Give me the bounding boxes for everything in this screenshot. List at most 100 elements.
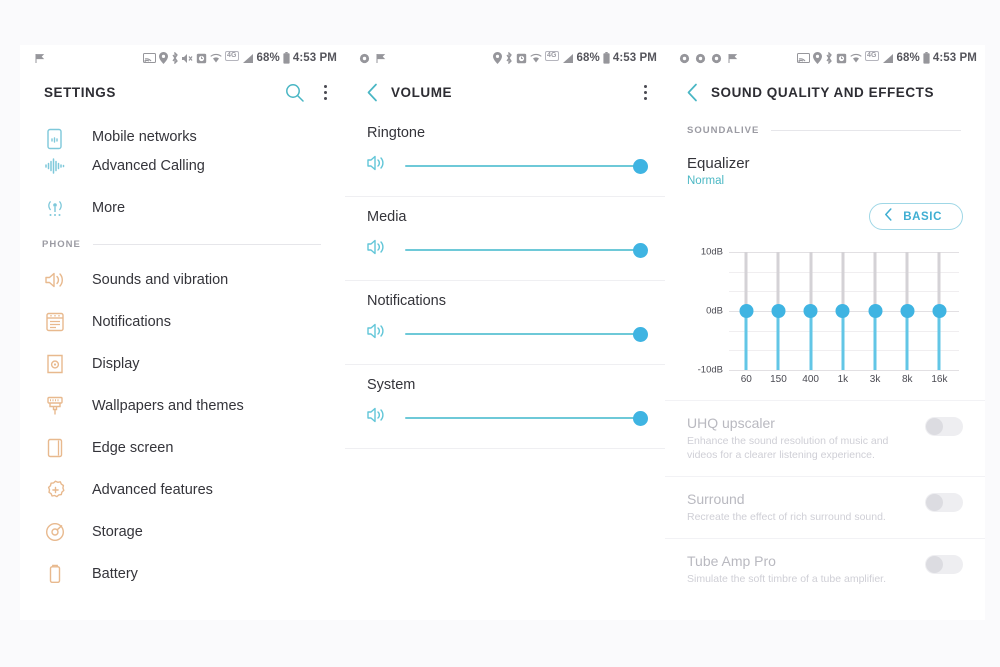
flag-icon [727, 53, 738, 64]
preset-basic-label: BASIC [903, 210, 942, 223]
band-thumb[interactable] [835, 304, 850, 318]
volume-row-controls [367, 153, 649, 190]
y-tick-label: -10dB [697, 364, 723, 376]
sidebar-item-storage[interactable]: Storage [20, 511, 345, 553]
x-tick-label: 16k [931, 374, 948, 385]
toggle-title: Surround [687, 491, 745, 507]
back-chevron-icon[interactable] [679, 79, 705, 105]
eq-band-150[interactable] [771, 252, 786, 370]
volume-row-label: Notifications [367, 293, 446, 309]
wifi-icon [530, 53, 542, 64]
slider-track [405, 416, 643, 419]
toggle-switch-surround[interactable] [925, 493, 963, 512]
toggle-row-surround[interactable]: Surround Recreate the effect of rich sur… [665, 476, 985, 538]
gear-icon [711, 53, 722, 64]
gridline [729, 370, 959, 371]
section-label: SOUNDALIVE [687, 124, 760, 136]
battery-icon [283, 52, 290, 64]
volume-icon [367, 405, 389, 430]
band-thumb[interactable] [803, 304, 818, 318]
toggle-title: Tube Amp Pro [687, 553, 776, 569]
sidebar-item-notifications[interactable]: Notifications [20, 301, 345, 343]
sidebar-item-label: Sounds and vibration [92, 272, 229, 288]
x-tick-label: 150 [770, 374, 787, 385]
band-track-below [905, 311, 909, 370]
toggle-row-tube-amp-pro[interactable]: Tube Amp Pro Simulate the soft timbre of… [665, 538, 985, 600]
sidebar-item-label: Notifications [92, 314, 171, 330]
clock-label: 4:53 PM [292, 52, 337, 64]
eq-band-60[interactable] [739, 252, 754, 370]
display-icon [44, 353, 78, 375]
signal-icon [882, 53, 894, 64]
settings-panel: 4G 68% 4:53 PM SETTINGS Mobile networks [20, 45, 345, 620]
x-tick-label: 400 [802, 374, 819, 385]
screen-cast-icon [796, 52, 810, 64]
volume-slider-ringtone[interactable] [405, 157, 649, 175]
slider-thumb[interactable] [633, 326, 649, 342]
band-track-above [905, 252, 909, 311]
band-thumb[interactable] [739, 304, 754, 318]
more-connections-icon [44, 197, 78, 219]
toggle-switch-uhq-upscaler[interactable] [925, 417, 963, 436]
page-title: VOLUME [391, 84, 453, 100]
band-track-above [841, 252, 845, 311]
band-thumb[interactable] [932, 304, 947, 318]
status-bar-left-icons [679, 53, 738, 64]
volume-slider-system[interactable] [405, 409, 649, 427]
toggle-row-uhq-upscaler[interactable]: UHQ upscaler Enhance the sound resolutio… [665, 400, 985, 476]
band-thumb[interactable] [868, 304, 883, 318]
search-icon[interactable] [285, 83, 304, 102]
band-thumb[interactable] [900, 304, 915, 318]
sidebar-item-more[interactable]: More [20, 187, 345, 229]
wifi-icon [210, 53, 222, 64]
volume-slider-notifications[interactable] [405, 325, 649, 343]
sidebar-item-sounds-and-vibration[interactable]: Sounds and vibration [20, 259, 345, 301]
eq-band-400[interactable] [803, 252, 818, 370]
preset-basic-button[interactable]: BASIC [869, 203, 963, 230]
sidebar-item-mobile-networks[interactable]: Mobile networks [20, 115, 345, 150]
slider-thumb[interactable] [633, 158, 649, 174]
location-icon [492, 52, 502, 64]
toggle-knob [926, 418, 943, 435]
back-chevron-icon[interactable] [884, 207, 893, 226]
overflow-menu-icon[interactable] [318, 81, 333, 104]
back-chevron-icon[interactable] [359, 79, 385, 105]
eq-band-8k[interactable] [900, 252, 915, 370]
eq-band-3k[interactable] [868, 252, 883, 370]
sidebar-item-label: Edge screen [92, 440, 174, 456]
band-track-below [937, 311, 941, 370]
equalizer-plot-area [729, 252, 959, 371]
overflow-menu-icon[interactable] [638, 81, 653, 104]
toggle-switch-tube-amp-pro[interactable] [925, 555, 963, 574]
eq-band-16k[interactable] [932, 252, 947, 370]
clock-label: 4:53 PM [612, 52, 657, 64]
4g-icon: 4G [544, 51, 559, 61]
band-track-above [809, 252, 813, 311]
sidebar-item-advanced-calling[interactable]: Advanced Calling [20, 145, 345, 187]
volume-slider-media[interactable] [405, 241, 649, 259]
x-tick-label: 8k [901, 374, 913, 385]
equalizer-title: Equalizer [687, 155, 750, 172]
band-thumb[interactable] [771, 304, 786, 318]
toggle-description: Simulate the soft timbre of a tube ampli… [687, 573, 887, 585]
slider-thumb[interactable] [633, 242, 649, 258]
location-icon [812, 52, 822, 64]
sidebar-item-display[interactable]: Display [20, 343, 345, 385]
section-label: PHONE [42, 238, 81, 250]
volume-icon [367, 237, 389, 262]
x-tick-label: 1k [837, 374, 849, 385]
y-tick-label: 0dB [706, 305, 723, 317]
battery-percent-label: 68% [896, 52, 920, 64]
band-track-below [809, 311, 813, 370]
sidebar-item-battery[interactable]: Battery [20, 553, 345, 595]
volume-row-notifications: Notifications [345, 280, 665, 364]
slider-thumb[interactable] [633, 410, 649, 426]
sidebar-item-wallpapers-and-themes[interactable]: Wallpapers and themes [20, 385, 345, 427]
sidebar-item-edge-screen[interactable]: Edge screen [20, 427, 345, 469]
sidebar-item-advanced-features[interactable]: Advanced features [20, 469, 345, 511]
location-icon [158, 52, 168, 64]
eq-band-1k[interactable] [835, 252, 850, 370]
sidebar-item-label: Advanced Calling [92, 158, 205, 174]
band-track-above [873, 252, 877, 311]
equalizer-header[interactable]: Equalizer Normal [665, 145, 985, 193]
